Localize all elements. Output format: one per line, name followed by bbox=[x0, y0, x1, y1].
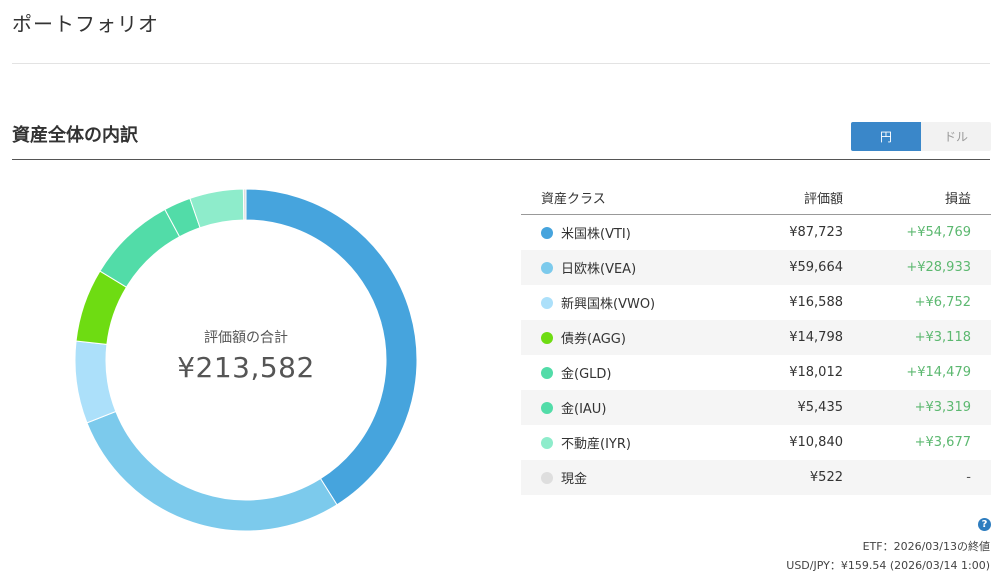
asset-name-cell: 金(IAU) bbox=[521, 398, 751, 417]
legend-dot-icon bbox=[541, 226, 553, 239]
currency-dollar-button[interactable]: ドル bbox=[921, 122, 991, 151]
asset-name-cell: 債券(AGG) bbox=[521, 328, 751, 347]
header-asset-class: 資産クラス bbox=[541, 191, 606, 207]
section-title: 資産全体の内訳 bbox=[12, 125, 138, 146]
asset-name-cell: 米国株(VTI) bbox=[521, 223, 751, 242]
legend-dot-icon bbox=[541, 366, 553, 379]
asset-gain: +¥3,677 bbox=[914, 435, 971, 450]
asset-gain: +¥54,769 bbox=[906, 225, 971, 240]
currency-yen-button[interactable]: 円 bbox=[851, 122, 921, 151]
allocation-donut-chart: 評価額の合計 ¥213,582 bbox=[75, 189, 417, 531]
etf-date-note: ETF：2026/03/13の終値 bbox=[862, 540, 990, 553]
fx-rate-note: USD/JPY：¥159.54 (2026/03/14 1:00) bbox=[786, 559, 990, 572]
asset-name: 不動産(IYR) bbox=[561, 437, 631, 452]
legend-dot-icon bbox=[541, 331, 553, 344]
table-body: 米国株(VTI) ¥87,723 +¥54,769 日欧株(VEA) ¥59,664 +¥… bbox=[521, 215, 991, 495]
total-label: 評価額の合計 bbox=[204, 329, 288, 346]
total-value: ¥213,582 bbox=[177, 350, 315, 384]
header-divider bbox=[12, 63, 990, 64]
asset-name: 日欧株(VEA) bbox=[561, 262, 637, 277]
asset-name-cell: 日欧株(VEA) bbox=[521, 258, 751, 277]
table-row: 現金 ¥522 - bbox=[521, 460, 991, 495]
asset-name: 米国株(VTI) bbox=[561, 227, 631, 242]
asset-gain: +¥3,319 bbox=[914, 400, 971, 415]
header-value: 評価額 bbox=[803, 191, 843, 207]
asset-value: ¥16,588 bbox=[789, 295, 843, 310]
asset-name: 金(GLD) bbox=[561, 367, 612, 382]
table-row: 債券(AGG) ¥14,798 +¥3,118 bbox=[521, 320, 991, 355]
legend-dot-icon bbox=[541, 436, 553, 449]
asset-value: ¥14,798 bbox=[789, 330, 843, 345]
legend-dot-icon bbox=[541, 401, 553, 414]
legend-dot-icon bbox=[541, 471, 553, 484]
table-row: 金(GLD) ¥18,012 +¥14,479 bbox=[521, 355, 991, 390]
table-row: 米国株(VTI) ¥87,723 +¥54,769 bbox=[521, 215, 991, 250]
asset-value: ¥5,435 bbox=[797, 400, 844, 415]
legend-dot-icon bbox=[541, 296, 553, 309]
help-icon[interactable]: ? bbox=[978, 518, 991, 531]
table-row: 日欧株(VEA) ¥59,664 +¥28,933 bbox=[521, 250, 991, 285]
asset-value: ¥10,840 bbox=[789, 435, 843, 450]
page-title: ポートフォリオ bbox=[12, 12, 159, 36]
asset-name: 現金 bbox=[561, 472, 588, 487]
table-row: 新興国株(VWO) ¥16,588 +¥6,752 bbox=[521, 285, 991, 320]
header-gain: 損益 bbox=[944, 191, 971, 207]
table-header: 資産クラス 評価額 損益 bbox=[521, 180, 991, 215]
asset-value: ¥18,012 bbox=[789, 365, 843, 380]
asset-name-cell: 新興国株(VWO) bbox=[521, 293, 751, 312]
donut-center: 評価額の合計 ¥213,582 bbox=[75, 189, 417, 531]
asset-gain: +¥3,118 bbox=[914, 330, 971, 345]
asset-gain: +¥28,933 bbox=[906, 260, 971, 275]
asset-value: ¥87,723 bbox=[789, 225, 843, 240]
section-divider bbox=[12, 159, 990, 160]
currency-toggle: 円 ドル bbox=[851, 122, 991, 151]
asset-name-cell: 現金 bbox=[521, 468, 751, 487]
asset-gain: - bbox=[966, 470, 971, 485]
asset-name: 新興国株(VWO) bbox=[561, 297, 656, 312]
asset-name: 債券(AGG) bbox=[561, 332, 626, 347]
asset-value: ¥522 bbox=[809, 470, 843, 485]
table-row: 不動産(IYR) ¥10,840 +¥3,677 bbox=[521, 425, 991, 460]
asset-name: 金(IAU) bbox=[561, 402, 607, 417]
asset-value: ¥59,664 bbox=[789, 260, 843, 275]
asset-gain: +¥14,479 bbox=[906, 365, 971, 380]
asset-name-cell: 金(GLD) bbox=[521, 363, 751, 382]
holdings-table: 資産クラス 評価額 損益 米国株(VTI) ¥87,723 +¥54,769 日欧株(… bbox=[521, 180, 991, 495]
table-row: 金(IAU) ¥5,435 +¥3,319 bbox=[521, 390, 991, 425]
asset-name-cell: 不動産(IYR) bbox=[521, 433, 751, 452]
legend-dot-icon bbox=[541, 261, 553, 274]
asset-gain: +¥6,752 bbox=[914, 295, 971, 310]
